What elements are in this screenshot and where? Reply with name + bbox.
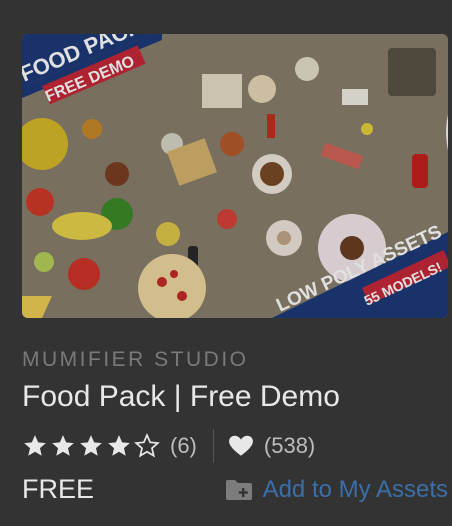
add-to-my-assets-button[interactable]: Add to My Assets [225, 476, 448, 504]
heart-outline-icon [446, 115, 448, 151]
favorites-count: (538) [263, 433, 316, 458]
star-outline-icon [134, 433, 160, 458]
food-pack-banner-image: FOOD PACK FREE DEMO LOW POLY ASSETS 55 M… [22, 34, 448, 318]
publisher-name[interactable]: MUMIFIER STUDIO [22, 348, 249, 372]
folder-add-icon [225, 480, 252, 500]
star-icon [108, 435, 130, 456]
rating-row: (6) (538) [22, 429, 315, 463]
rating-count: (6) [170, 433, 197, 458]
rating-stars [22, 433, 160, 459]
star-icon [52, 435, 74, 456]
asset-thumbnail[interactable]: FOOD PACK FREE DEMO LOW POLY ASSETS 55 M… [22, 34, 448, 318]
star-icon [24, 435, 46, 456]
star-icon [80, 435, 102, 456]
favorite-button[interactable] [388, 48, 448, 151]
asset-card[interactable]: FOOD PACK FREE DEMO LOW POLY ASSETS 55 M… [22, 34, 448, 504]
price: FREE [22, 474, 95, 504]
divider [212, 429, 214, 463]
add-to-my-assets-label: Add to My Assets [262, 476, 448, 503]
asset-title[interactable]: Food Pack | Free Demo [22, 380, 340, 414]
heart-icon [228, 435, 253, 456]
